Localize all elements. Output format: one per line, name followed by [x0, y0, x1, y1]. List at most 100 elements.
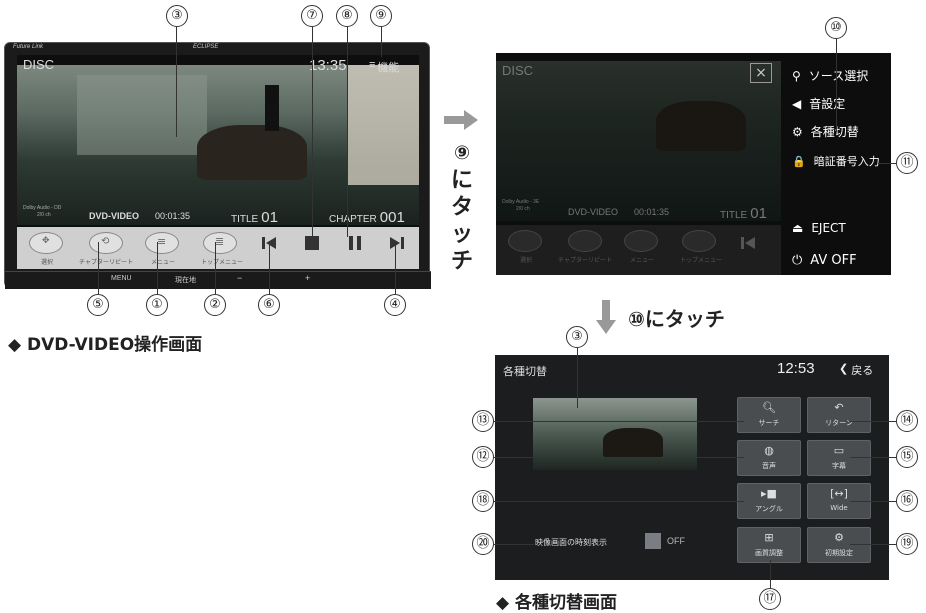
- leader-line: [836, 39, 837, 132]
- elapsed-time: 00:01:35: [155, 211, 191, 221]
- angle-tile[interactable]: ▸■ アングル: [737, 483, 801, 519]
- brand-center: ECLIPSE: [193, 44, 219, 50]
- source-select-item[interactable]: ⚲ ソース選択: [792, 67, 868, 84]
- source-label: DISC: [502, 63, 534, 78]
- format-label: DVD-VIDEO: [89, 211, 140, 221]
- clock: 13:35: [309, 57, 347, 74]
- callout-4: ④: [384, 294, 406, 316]
- leader-line: [770, 560, 771, 588]
- eject-icon: ⏏: [792, 221, 804, 235]
- callout-6: ⑥: [258, 294, 280, 316]
- callout-3b: ③: [566, 326, 588, 348]
- lock-icon: 🔒: [792, 154, 806, 168]
- av-off-button[interactable]: ⏻ AV OFF: [792, 253, 857, 268]
- video-area[interactable]: [17, 65, 419, 225]
- menu-disc-button[interactable]: ≡: [145, 232, 179, 254]
- dvd-screen: DISC 13:35 ≡ 機能 Dolby Audio - DD 2/0 ch …: [17, 55, 419, 269]
- various-switch-item[interactable]: ⚙ 各種切替: [792, 123, 859, 140]
- function-menu-screen: DISC × Dolby Audio - 3E 2/0 ch DVD-VIDEO…: [496, 53, 891, 275]
- clock-display-toggle[interactable]: [645, 533, 661, 549]
- leader-line: [850, 421, 896, 422]
- select-button[interactable]: ✥: [29, 232, 63, 254]
- hw-menu-button[interactable]: MENU: [111, 275, 132, 282]
- leader-line: [381, 27, 382, 57]
- select-label: 選択: [41, 259, 54, 266]
- callout-17: ⑰: [759, 588, 781, 610]
- callout-15: ⑮: [896, 446, 918, 468]
- next-icon[interactable]: [389, 235, 405, 251]
- screen3-caption: ◆ 各種切替画面: [496, 593, 617, 613]
- callout-3: ③: [166, 5, 188, 27]
- leader-line: [878, 163, 896, 164]
- return-icon: ↶: [834, 401, 844, 414]
- menu-icon: ≡: [369, 59, 376, 71]
- leader-line: [395, 242, 396, 294]
- callout-9: ⑨: [370, 5, 392, 27]
- eject-button[interactable]: ⏏ EJECT: [792, 221, 846, 235]
- leader-line: [176, 27, 177, 137]
- gear-icon: ⚙: [834, 531, 844, 544]
- audio-icon: ◍: [764, 444, 774, 457]
- source-icon: ⚲: [792, 68, 801, 83]
- repeat-icon: ⟲: [101, 236, 110, 247]
- back-button[interactable]: ❮ 戻る: [839, 362, 873, 378]
- hw-location-button[interactable]: 現在地: [175, 275, 196, 285]
- initial-settings-tile[interactable]: ⚙ 初期設定: [807, 527, 871, 563]
- equalizer-icon: ⊞: [764, 531, 774, 544]
- callout-2: ②: [204, 294, 226, 316]
- clock: 12:53: [777, 360, 815, 377]
- audio-info-1: Dolby Audio - 3E: [502, 199, 540, 205]
- top-menu-button[interactable]: ≣: [203, 232, 237, 254]
- chevron-left-icon: ❮: [839, 363, 849, 375]
- audio-info-1: Dolby Audio - DD: [23, 205, 62, 211]
- subtitle-icon: ▭: [833, 444, 845, 457]
- wide-icon: [↔]: [830, 487, 848, 500]
- callout-11: ⑪: [896, 152, 918, 174]
- close-button[interactable]: ×: [750, 63, 772, 83]
- leader-line: [269, 242, 270, 294]
- pause-icon[interactable]: [347, 235, 363, 251]
- select-button: [508, 230, 542, 252]
- subtitle-tile[interactable]: ▭ 字幕: [807, 440, 871, 476]
- touch-10-instruction: ⑩にタッチ: [628, 307, 725, 331]
- speaker-icon: ◀: [792, 96, 802, 111]
- leader-line: [577, 348, 578, 408]
- callout-20: ⑳: [472, 533, 494, 555]
- chapter-repeat-button[interactable]: ⟲: [89, 232, 123, 254]
- source-label: DISC: [23, 57, 55, 72]
- format-label: DVD-VIDEO: [568, 207, 619, 217]
- hw-volume-down[interactable]: −: [237, 273, 242, 283]
- pin-entry-item[interactable]: 🔒 暗証番号入力: [792, 153, 880, 169]
- callout-13: ⑬: [472, 410, 494, 432]
- camera-icon: ▸■: [761, 487, 777, 500]
- menu-button[interactable]: ≡ 機能: [369, 59, 399, 75]
- close-icon: ×: [755, 65, 767, 81]
- search-tile[interactable]: 🔍︎ サーチ: [737, 397, 801, 433]
- picture-adjust-tile[interactable]: ⊞ 画質調整: [737, 527, 801, 563]
- previous-icon: [741, 237, 755, 249]
- leader-line: [494, 421, 744, 422]
- callout-1: ①: [146, 294, 168, 316]
- audio-info-2: 2/0 ch: [516, 206, 530, 212]
- dpad-icon: ✥: [42, 236, 50, 246]
- touch-9-instruction: ⑨ に タ ッ チ: [450, 142, 473, 274]
- return-tile[interactable]: ↶ リターン: [807, 397, 871, 433]
- brand-left: Future Link: [13, 44, 44, 50]
- leader-line: [850, 501, 896, 502]
- gear-icon: ⚙: [792, 124, 803, 139]
- stop-icon[interactable]: [304, 235, 320, 251]
- leader-line: [494, 544, 534, 545]
- hw-volume-up[interactable]: +: [305, 273, 310, 283]
- search-icon: 🔍︎: [762, 401, 776, 414]
- audio-tile[interactable]: ◍ 音声: [737, 440, 801, 476]
- sound-settings-item[interactable]: ◀ 音設定: [792, 95, 845, 112]
- title-indicator: TITLE 01: [231, 209, 278, 226]
- callout-8: ⑧: [336, 5, 358, 27]
- leader-line: [494, 501, 744, 502]
- right-arrow-icon: [444, 110, 478, 130]
- callout-5: ⑤: [87, 294, 109, 316]
- leader-line: [850, 457, 896, 458]
- elapsed-time: 00:01:35: [634, 207, 670, 217]
- toggle-value: OFF: [667, 536, 685, 546]
- callout-14: ⑭: [896, 410, 918, 432]
